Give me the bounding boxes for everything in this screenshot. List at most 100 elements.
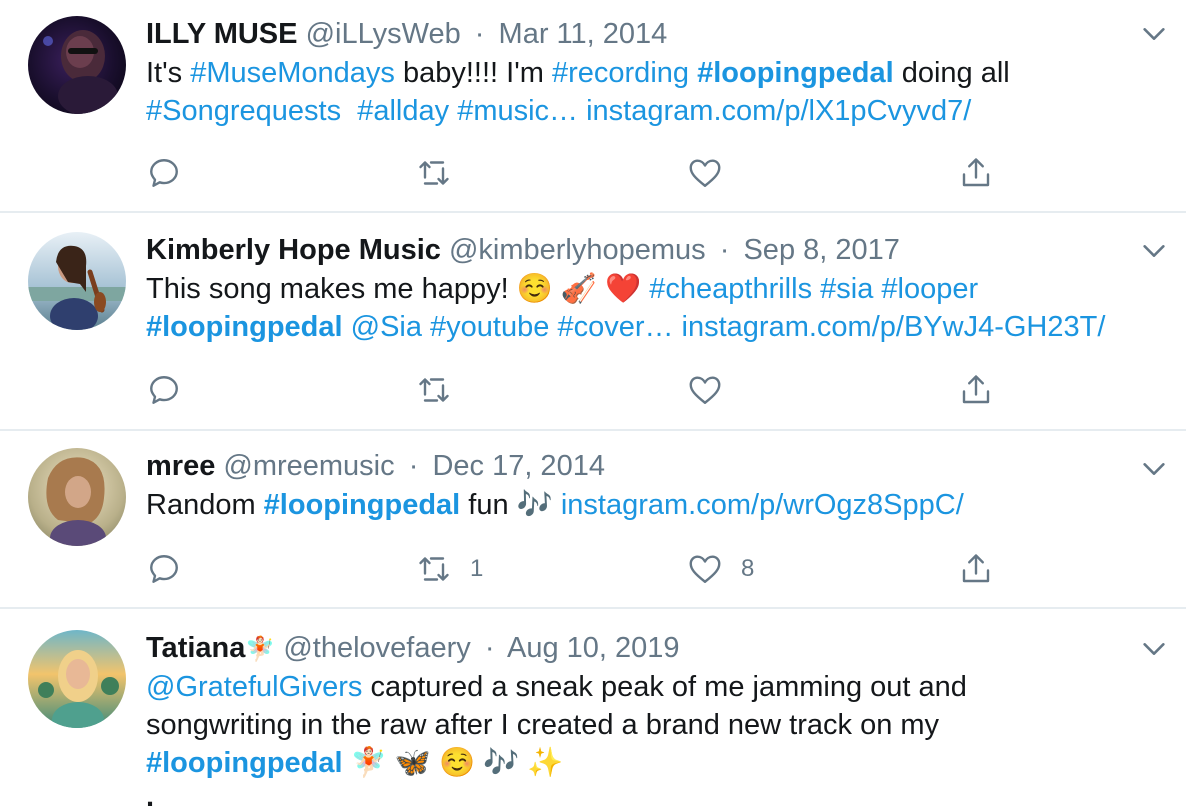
hashtag-link[interactable]: #MuseMondays [190,57,395,89]
hashtag-link[interactable]: #Songrequests [146,95,341,127]
url-link[interactable]: instagram.com/p/BYwJ4-GH23T/ [682,311,1106,343]
hashtag-link[interactable]: #youtube [430,311,549,343]
share-icon [962,554,990,583]
separator-dot: · [408,450,419,482]
tweet[interactable]: Kimberly Hope Music @kimberlyhopemus · S… [0,213,1186,431]
hashtag-link[interactable]: #loopingpedal [264,489,461,521]
avatar-mree-image [28,448,126,546]
tweet-header: Tatiana🧚🏻 @thelovefaery · Aug 10, 2019 [146,630,1146,666]
display-name[interactable]: Tatiana [146,632,245,664]
like-button[interactable] [687,153,741,193]
tweet-date[interactable]: Mar 11, 2014 [499,18,668,50]
hashtag-link[interactable]: #loopingpedal [146,747,343,779]
avatar[interactable] [28,448,126,546]
retweet-button[interactable] [416,370,470,410]
hashtag-link[interactable]: #looper [881,273,978,305]
name-emoji: 🧚🏻 [245,636,276,663]
tweet-content: Tatiana🧚🏻 @thelovefaery · Aug 10, 2019 @… [146,630,1146,808]
text-segment: Random [146,489,264,521]
hashtag-link[interactable]: #allday [357,95,449,127]
user-handle[interactable]: @kimberlyhopemus [449,234,706,266]
mention-link[interactable]: @Sia [351,311,422,343]
text-segment: baby!!!! I'm [394,57,552,89]
retweet-button[interactable]: 1 [416,549,483,589]
hashtag-link[interactable]: #loopingpedal [146,311,343,343]
tweet-content: ILLY MUSE @iLLysWeb · Mar 11, 2014 It's … [146,16,1146,130]
url-link[interactable]: instagram.com/p/wrOgz8SppC/ [561,489,964,521]
chevron-down-icon[interactable] [1140,237,1168,265]
user-handle[interactable]: @iLLysWeb [306,18,461,50]
avatar-kimberly-hope-image [28,232,126,330]
heart-icon [689,555,721,583]
share-button[interactable] [958,370,994,410]
text-segment [673,311,681,343]
text-segment [343,311,351,343]
text-segment: fun [460,489,517,521]
reply-icon [150,555,178,583]
display-name[interactable]: ILLY MUSE [146,18,298,50]
chevron-down-icon[interactable] [1140,455,1168,483]
avatar[interactable] [28,232,126,330]
emoji-group: ☺️ 🎻 ❤️ [516,273,642,305]
display-name[interactable]: mree [146,450,215,482]
hashtag-link[interactable]: #cover… [557,311,673,343]
hashtag-link[interactable]: #cheapthrills [649,273,812,305]
tweet[interactable]: Tatiana🧚🏻 @thelovefaery · Aug 10, 2019 @… [0,609,1186,808]
share-button[interactable] [958,153,994,193]
user-handle[interactable]: @thelovefaery [283,632,470,664]
text-segment [343,747,351,779]
hashtag-link[interactable]: #sia [820,273,873,305]
avatar[interactable] [28,630,126,728]
heart-icon [689,159,721,187]
like-button[interactable]: 8 [687,549,754,589]
retweet-button[interactable] [416,153,470,193]
mention-link[interactable]: @GratefulGivers [146,671,362,703]
tweet-date[interactable]: Dec 17, 2014 [432,450,605,482]
tweet-feed: ILLY MUSE @iLLysWeb · Mar 11, 2014 It's … [0,0,1186,808]
tweet-date[interactable]: Aug 10, 2019 [507,632,680,664]
tweet-header: ILLY MUSE @iLLysWeb · Mar 11, 2014 [146,16,1146,52]
text-segment: . [146,781,155,808]
share-icon [962,375,990,404]
tweet-text-line: songwriting in the raw after I created a… [146,706,1146,744]
reply-button[interactable] [146,549,182,589]
tweet-date[interactable]: Sep 8, 2017 [743,234,899,266]
text-segment [422,311,430,343]
tweet-actions [146,153,1006,193]
text-segment [689,57,697,89]
chevron-down-icon[interactable] [1140,20,1168,48]
tweet-text-line: #Songrequests #allday #music… instagram.… [146,92,1146,130]
share-button[interactable] [958,549,994,589]
tweet[interactable]: mree @mreemusic · Dec 17, 2014 Random #l… [0,431,1186,609]
reply-button[interactable] [146,153,182,193]
hashtag-link[interactable]: #loopingpedal [697,57,894,89]
reply-icon [150,376,178,404]
text-segment: This song makes me happy! [146,273,517,305]
separator-dot: · [719,234,730,266]
heart-icon [689,376,721,404]
avatar-illy-muse-image [28,16,126,114]
retweet-icon [419,161,449,185]
separator-dot: · [484,632,495,664]
display-name[interactable]: Kimberly Hope Music [146,234,441,266]
url-link[interactable]: instagram.com/p/lX1pCvyvd7/ [586,95,971,127]
user-handle[interactable]: @mreemusic [223,450,394,482]
tweet-text-line: It's #MuseMondays baby!!!! I'm #recordin… [146,54,1146,92]
hashtag-link[interactable]: #recording [552,57,689,89]
retweet-icon [419,557,449,581]
text-segment [449,95,457,127]
avatar[interactable] [28,16,126,114]
text-segment: doing all [893,57,1010,89]
tweet-text: Random #loopingpedal fun 🎶 instagram.com… [146,486,1146,524]
text-segment [812,273,820,305]
text-segment [553,489,561,521]
tweet-content: mree @mreemusic · Dec 17, 2014 Random #l… [146,448,1146,524]
reply-button[interactable] [146,370,182,410]
tweet-text-line: . [146,782,1146,808]
like-button[interactable] [687,370,741,410]
hashtag-link[interactable]: #music… [457,95,578,127]
text-segment [341,95,357,127]
chevron-down-icon[interactable] [1140,635,1168,663]
tweet[interactable]: ILLY MUSE @iLLysWeb · Mar 11, 2014 It's … [0,0,1186,213]
avatar-tatiana-image [28,630,126,728]
